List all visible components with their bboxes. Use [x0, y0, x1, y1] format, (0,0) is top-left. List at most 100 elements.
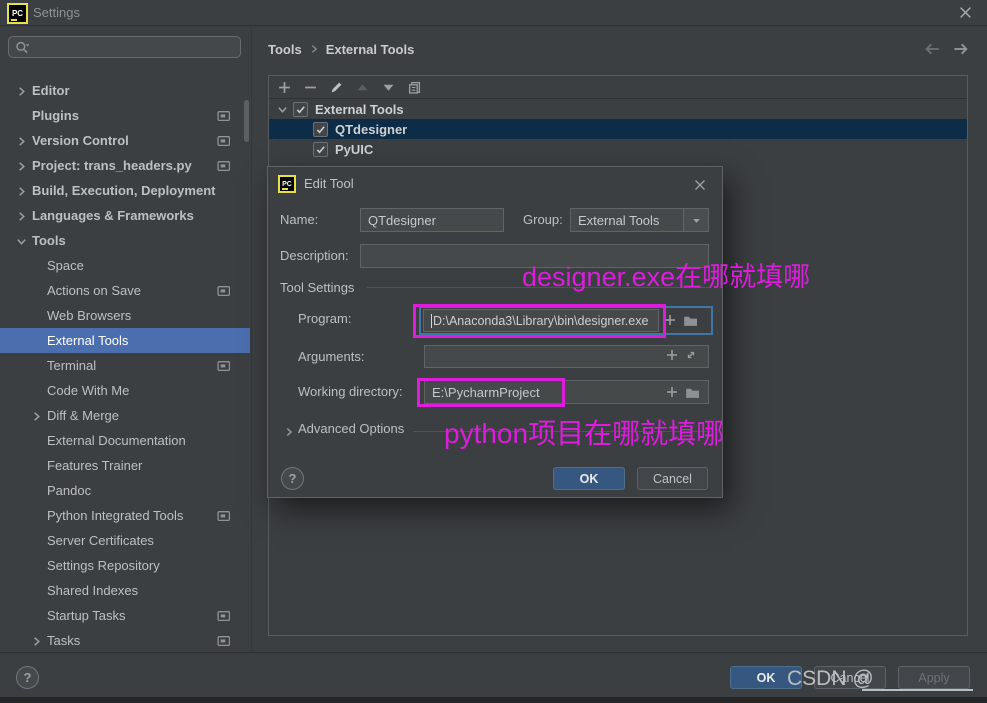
- dialog-help-button[interactable]: ?: [281, 467, 304, 490]
- arguments-label: Arguments:: [298, 345, 364, 369]
- forward-arrow-icon[interactable]: [953, 41, 969, 57]
- chevron-right-icon[interactable]: [16, 160, 27, 175]
- project-settings-badge-icon: [217, 609, 230, 625]
- chevron-right-icon[interactable]: [16, 210, 27, 225]
- project-settings-badge-icon: [217, 159, 230, 175]
- sidebar-item-label: Features Trainer: [47, 453, 142, 478]
- checkbox[interactable]: [313, 142, 328, 157]
- title-bar: PC Settings: [0, 0, 987, 26]
- sidebar-item-tools[interactable]: Tools: [0, 228, 250, 253]
- project-settings-badge-icon: [217, 109, 230, 125]
- expand-field-icon[interactable]: [685, 349, 697, 361]
- sidebar-item-label: Editor: [32, 78, 70, 103]
- settings-apply-button[interactable]: Apply: [898, 666, 970, 689]
- tree-row-external-tools[interactable]: External Tools: [269, 99, 967, 119]
- pycharm-logo-icon: PC: [278, 175, 296, 193]
- sidebar-item-project-trans-headers-py[interactable]: Project: trans_headers.py: [0, 153, 250, 178]
- sidebar-divider: [251, 25, 252, 652]
- sidebar-item-label: Diff & Merge: [47, 403, 119, 428]
- name-value: QTdesigner: [368, 213, 436, 228]
- window-close-icon[interactable]: [959, 6, 972, 19]
- sidebar-item-diff-merge[interactable]: Diff & Merge: [0, 403, 250, 428]
- chevron-right-icon[interactable]: [31, 635, 42, 650]
- sidebar-item-label: Tools: [32, 228, 66, 253]
- sidebar-item-label: Startup Tasks: [47, 603, 126, 628]
- chevron-right-icon[interactable]: [16, 85, 27, 100]
- sidebar-item-label: External Documentation: [47, 428, 186, 453]
- sidebar-item-web-browsers[interactable]: Web Browsers: [0, 303, 250, 328]
- sidebar-item-external-documentation[interactable]: External Documentation: [0, 428, 250, 453]
- sidebar-item-features-trainer[interactable]: Features Trainer: [0, 453, 250, 478]
- search-icon: [15, 40, 29, 54]
- duplicate-icon[interactable]: [408, 81, 421, 94]
- sidebar-item-editor[interactable]: Editor: [0, 78, 250, 103]
- sidebar-item-actions-on-save[interactable]: Actions on Save: [0, 278, 250, 303]
- sidebar-item-label: Plugins: [32, 103, 79, 128]
- back-arrow-icon[interactable]: [924, 41, 940, 57]
- remove-icon[interactable]: [304, 81, 317, 94]
- move-down-icon[interactable]: [382, 81, 395, 94]
- program-annotation-note: designer.exe在哪就填哪: [522, 255, 810, 294]
- sidebar-item-build-execution-deployment[interactable]: Build, Execution, Deployment: [0, 178, 250, 203]
- sidebar-item-label: Pandoc: [47, 478, 91, 503]
- sidebar-item-label: Actions on Save: [47, 278, 141, 303]
- dialog-ok-button[interactable]: OK: [553, 467, 625, 490]
- chevron-right-icon[interactable]: [16, 135, 27, 150]
- sidebar-item-label: Settings Repository: [47, 553, 160, 578]
- chevron-down-icon[interactable]: [277, 104, 288, 115]
- sidebar-item-pandoc[interactable]: Pandoc: [0, 478, 250, 503]
- tree-row-pyuic[interactable]: PyUIC: [269, 139, 967, 159]
- edit-icon[interactable]: [330, 81, 343, 94]
- sidebar-item-languages-frameworks[interactable]: Languages & Frameworks: [0, 203, 250, 228]
- sidebar-item-label: Server Certificates: [47, 528, 154, 553]
- group-label: Group:: [523, 208, 563, 232]
- browse-folder-icon[interactable]: [685, 385, 699, 399]
- advanced-options-label[interactable]: Advanced Options: [298, 419, 404, 439]
- sidebar-item-startup-tasks[interactable]: Startup Tasks: [0, 603, 250, 628]
- sidebar-item-tasks[interactable]: Tasks: [0, 628, 250, 653]
- project-settings-badge-icon: [217, 134, 230, 150]
- sidebar-item-code-with-me[interactable]: Code With Me: [0, 378, 250, 403]
- settings-help-button[interactable]: ?: [16, 666, 39, 689]
- breadcrumb-tools[interactable]: Tools: [268, 42, 302, 57]
- sidebar-item-external-tools[interactable]: External Tools: [0, 328, 250, 353]
- program-label: Program:: [298, 307, 351, 331]
- sidebar-item-python-integrated-tools[interactable]: Python Integrated Tools: [0, 503, 250, 528]
- sidebar-item-plugins[interactable]: Plugins: [0, 103, 250, 128]
- sidebar-item-label: Version Control: [32, 128, 129, 153]
- breadcrumb-external-tools[interactable]: External Tools: [326, 42, 415, 57]
- sidebar-item-settings-repository[interactable]: Settings Repository: [0, 553, 250, 578]
- project-settings-badge-icon: [217, 634, 230, 650]
- sidebar-item-label: Tasks: [47, 628, 80, 653]
- chevron-right-icon[interactable]: [31, 410, 42, 425]
- dialog-cancel-button[interactable]: Cancel: [637, 467, 708, 490]
- tree-row-qtdesigner[interactable]: QTdesigner: [269, 119, 967, 139]
- sidebar-scrollbar[interactable]: [244, 100, 249, 142]
- sidebar-item-label: Project: trans_headers.py: [32, 153, 192, 178]
- name-field[interactable]: QTdesigner: [360, 208, 504, 232]
- project-settings-badge-icon: [217, 359, 230, 375]
- add-icon[interactable]: [278, 81, 291, 94]
- csdn-watermark: CSDN @: [787, 667, 874, 691]
- breadcrumb: Tools External Tools: [268, 40, 414, 58]
- checkbox[interactable]: [313, 122, 328, 137]
- breadcrumb-separator-icon: [309, 44, 319, 54]
- insert-macro-icon[interactable]: [666, 386, 678, 398]
- checkbox[interactable]: [293, 102, 308, 117]
- group-dropdown-button[interactable]: [683, 209, 708, 231]
- sidebar-item-terminal[interactable]: Terminal: [0, 353, 250, 378]
- sidebar-item-version-control[interactable]: Version Control: [0, 128, 250, 153]
- group-select[interactable]: External Tools: [570, 208, 709, 232]
- dialog-close-icon[interactable]: [694, 179, 706, 191]
- advanced-options-chevron-icon[interactable]: [284, 427, 294, 437]
- chevron-down-icon[interactable]: [16, 235, 27, 250]
- chevron-right-icon[interactable]: [16, 185, 27, 200]
- insert-macro-icon[interactable]: [666, 349, 678, 361]
- sidebar-item-space[interactable]: Space: [0, 253, 250, 278]
- tools-tree: External ToolsQTdesignerPyUIC: [269, 99, 967, 159]
- sidebar-item-server-certificates[interactable]: Server Certificates: [0, 528, 250, 553]
- sidebar-item-shared-indexes[interactable]: Shared Indexes: [0, 578, 250, 603]
- settings-search-input[interactable]: [8, 36, 241, 58]
- browse-folder-icon[interactable]: [683, 313, 697, 327]
- sidebar-item-label: Shared Indexes: [47, 578, 138, 603]
